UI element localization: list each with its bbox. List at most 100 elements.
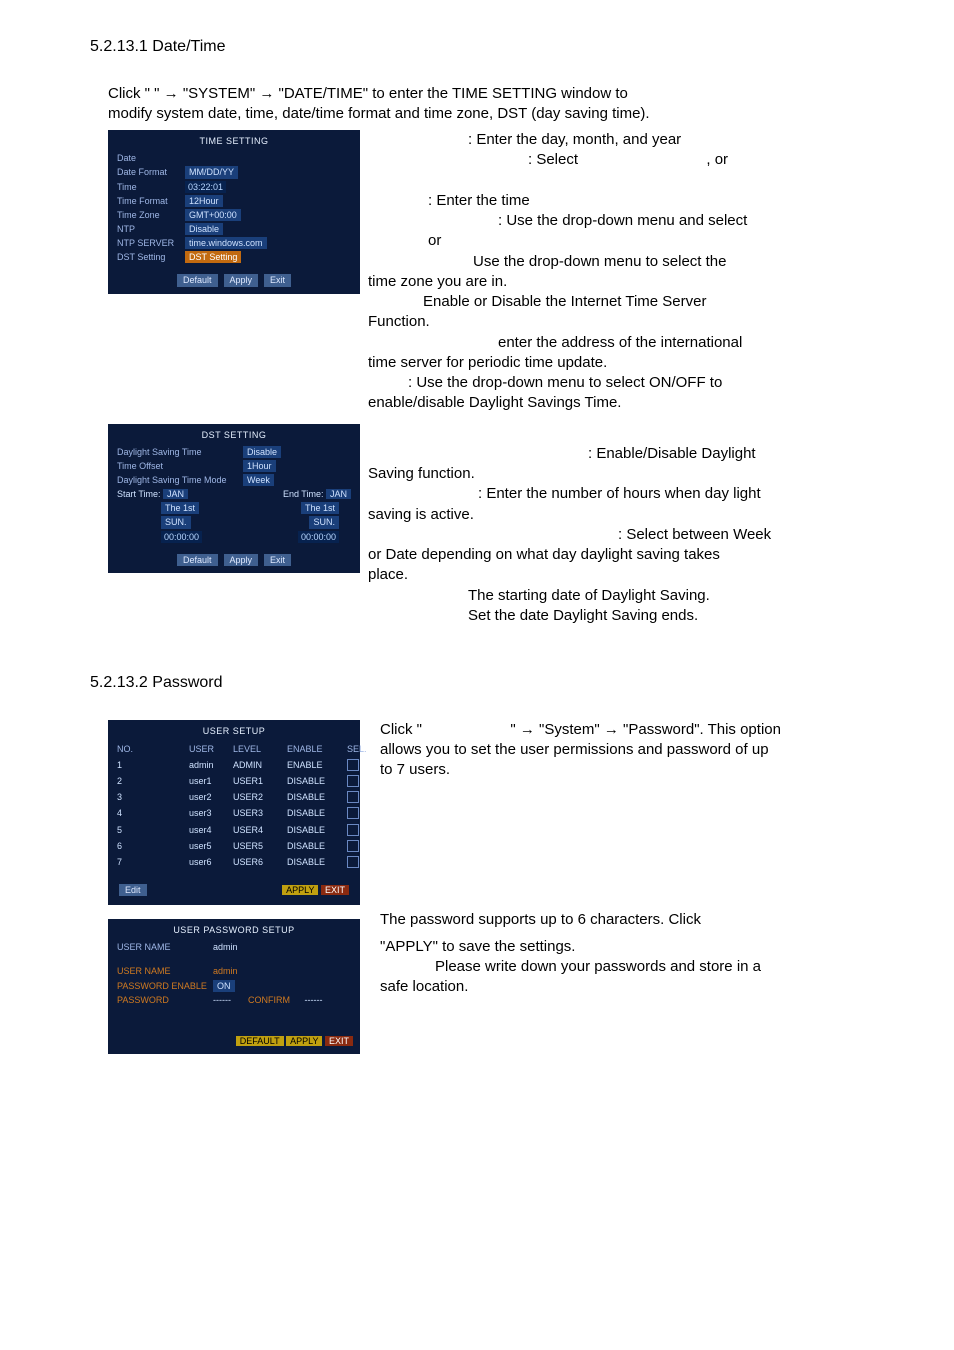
field-label: Time Format xyxy=(117,195,179,207)
field-label: Date xyxy=(117,152,179,164)
apply-button[interactable]: Apply xyxy=(224,554,259,566)
exit-button[interactable]: Exit xyxy=(264,274,291,286)
text: : Select between Week xyxy=(618,526,771,543)
field-value[interactable]: Week xyxy=(243,474,274,486)
default-button[interactable]: DEFAULT xyxy=(236,1036,284,1046)
table-row[interactable]: 2user1USER1DISABLE xyxy=(109,773,359,789)
field-value[interactable]: 12Hour xyxy=(185,195,223,207)
exit-button[interactable]: EXIT xyxy=(325,1036,353,1046)
field-value[interactable]: ------ xyxy=(305,994,323,1006)
section-heading-datetime: 5.2.13.1 Date/Time xyxy=(90,36,892,58)
field-value[interactable]: The 1st xyxy=(161,502,199,514)
field-value[interactable]: 00:00:00 xyxy=(161,531,202,543)
screenshot-user-setup: USER SETUP NO. USER LEVEL ENABLE SEL. 1a… xyxy=(108,720,360,905)
field-value[interactable]: Disable xyxy=(243,446,281,458)
checkbox-icon[interactable] xyxy=(347,775,359,787)
dst-setting-button[interactable]: DST Setting xyxy=(185,251,241,263)
text: safe location. xyxy=(380,978,468,995)
field-value[interactable]: ON xyxy=(213,980,235,992)
cell: USER4 xyxy=(233,824,279,836)
field-value[interactable]: Disable xyxy=(185,223,223,235)
field-label: Date Format xyxy=(117,166,179,178)
field-label: End Time: JAN xyxy=(283,488,351,500)
intro-text: modify system date, time, date/time form… xyxy=(108,105,650,122)
field-label: Time Offset xyxy=(117,460,237,472)
checkbox-icon[interactable] xyxy=(347,824,359,836)
field-label: Time xyxy=(117,181,179,193)
field-value[interactable]: admin xyxy=(213,965,238,977)
text: "System" xyxy=(539,721,604,738)
apply-button[interactable]: APPLY xyxy=(286,1036,322,1046)
text: Set the date Daylight Saving ends. xyxy=(468,607,698,624)
apply-button[interactable]: Apply xyxy=(224,274,259,286)
field-value[interactable]: JAN xyxy=(326,489,351,499)
field-label: Daylight Saving Time Mode xyxy=(117,474,237,486)
field-value[interactable]: 00:00:00 xyxy=(298,531,339,543)
text: or Date depending on what day daylight s… xyxy=(368,546,720,563)
cell: user2 xyxy=(189,791,225,803)
default-button[interactable]: Default xyxy=(177,274,218,286)
default-button[interactable]: Default xyxy=(177,554,218,566)
arrow-icon: → xyxy=(520,721,535,738)
field-label: NTP SERVER xyxy=(117,237,179,249)
cell: 6 xyxy=(117,840,181,852)
time-setting-description: : Enter the day, month, and year : Selec… xyxy=(368,130,892,414)
field-value[interactable]: time.windows.com xyxy=(185,237,267,249)
cell: user5 xyxy=(189,840,225,852)
field-value[interactable]: 1Hour xyxy=(243,460,276,472)
checkbox-icon[interactable] xyxy=(347,759,359,771)
intro-paragraph: Click " " → "SYSTEM" → "DATE/TIME" to en… xyxy=(108,84,892,125)
checkbox-icon[interactable] xyxy=(347,791,359,803)
table-row[interactable]: 3user2USER2DISABLE xyxy=(109,789,359,805)
text: : Enter the number of hours when day lig… xyxy=(478,485,761,502)
text: Please write down your passwords and sto… xyxy=(435,958,761,975)
field-label: Start Time: JAN xyxy=(117,488,188,500)
exit-button[interactable]: Exit xyxy=(264,554,291,566)
text: : Select xyxy=(528,151,578,168)
edit-button[interactable]: Edit xyxy=(119,884,147,896)
field-value[interactable]: JAN xyxy=(163,489,188,499)
cell: DISABLE xyxy=(287,856,339,868)
cell: 3 xyxy=(117,791,181,803)
field-label: Daylight Saving Time xyxy=(117,446,237,458)
table-row[interactable]: 4user3USER3DISABLE xyxy=(109,805,359,821)
panel-title: DST SETTING xyxy=(109,425,359,445)
table-row[interactable]: 7user6USER6DISABLE xyxy=(109,854,359,870)
field-label: USER NAME xyxy=(117,941,207,953)
text: : Use the drop-down menu and select xyxy=(498,212,747,229)
field-value[interactable]: ------ xyxy=(213,994,231,1006)
text: : Use the drop-down menu to select ON/OF… xyxy=(408,374,722,391)
text: Saving function. xyxy=(368,465,475,482)
panel-title: TIME SETTING xyxy=(109,131,359,151)
field-value[interactable]: GMT+00:00 xyxy=(185,209,241,221)
table-row[interactable]: 6user5USER5DISABLE xyxy=(109,838,359,854)
table-row[interactable]: 1adminADMINENABLE xyxy=(109,757,359,773)
cell: DISABLE xyxy=(287,840,339,852)
intro-text: "SYSTEM" xyxy=(183,85,260,102)
apply-button[interactable]: APPLY xyxy=(282,885,318,895)
table-row[interactable]: 5user4USER4DISABLE xyxy=(109,822,359,838)
field-value[interactable]: SUN. xyxy=(161,516,191,528)
intro-text: "DATE/TIME" to enter the TIME SETTING wi… xyxy=(279,85,628,102)
checkbox-icon[interactable] xyxy=(347,856,359,868)
col-header: NO. xyxy=(117,743,181,755)
cell: DISABLE xyxy=(287,824,339,836)
intro-text: Click " xyxy=(108,85,150,102)
exit-button[interactable]: EXIT xyxy=(321,885,349,895)
panel-title: USER SETUP xyxy=(109,721,359,741)
field-value[interactable]: MM/DD/YY xyxy=(185,166,238,178)
checkbox-icon[interactable] xyxy=(347,840,359,852)
cell: DISABLE xyxy=(287,791,339,803)
field-value[interactable]: The 1st xyxy=(301,502,339,514)
field-label: PASSWORD xyxy=(117,994,207,1006)
text: The password supports up to 6 characters… xyxy=(380,911,701,928)
text: to 7 users. xyxy=(380,761,450,778)
field-value[interactable]: SUN. xyxy=(309,516,339,528)
col-header: USER xyxy=(189,743,225,755)
field-value[interactable]: 03:22:01 xyxy=(185,181,226,193)
cell: admin xyxy=(189,759,225,771)
text: enable/disable Daylight Savings Time. xyxy=(368,394,621,411)
text: time zone you are in. xyxy=(368,273,507,290)
checkbox-icon[interactable] xyxy=(347,807,359,819)
cell: user3 xyxy=(189,807,225,819)
